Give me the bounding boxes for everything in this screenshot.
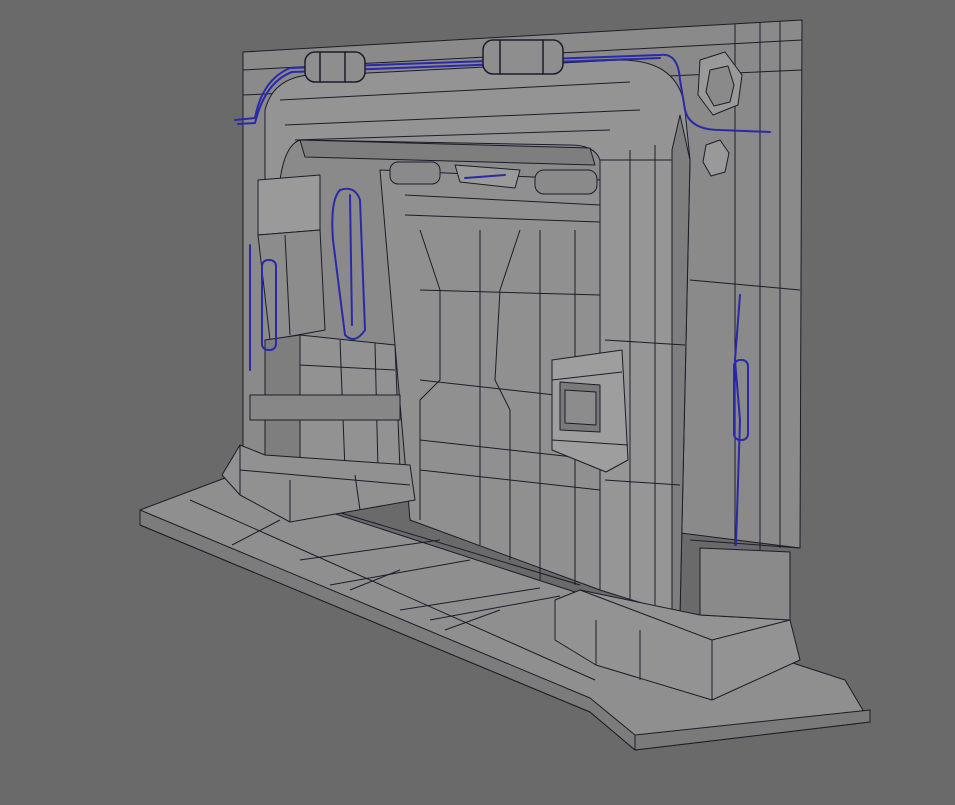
- door-frame-model[interactable]: [0, 0, 955, 805]
- 3d-viewport[interactable]: [0, 0, 955, 805]
- pipe-coupling-left: [304, 51, 366, 83]
- wall-panel-screen[interactable]: [551, 349, 629, 473]
- pipe-coupling-right: [482, 39, 564, 75]
